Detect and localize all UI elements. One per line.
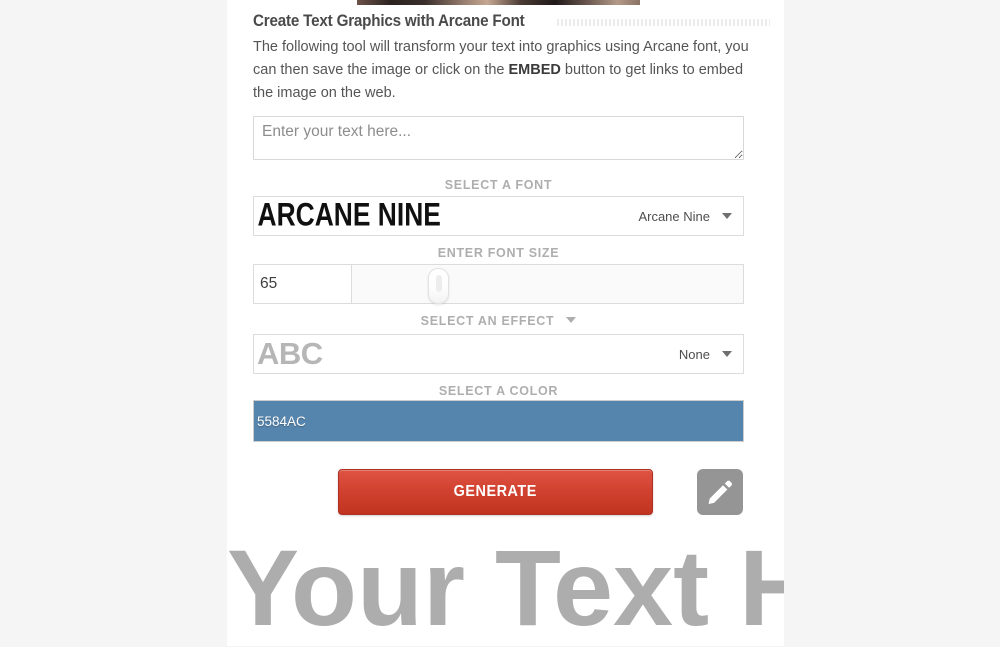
page-gutter-left bbox=[0, 0, 227, 646]
output-preview-text: Your Text Here bbox=[227, 529, 784, 647]
color-hex-value: 5584AC bbox=[257, 413, 306, 429]
heading-divider bbox=[557, 18, 770, 26]
font-size-value: 65 bbox=[260, 275, 278, 292]
text-input-wrapper bbox=[253, 116, 744, 160]
generate-button-label: GENERATE bbox=[453, 483, 538, 500]
font-size-input[interactable]: 65 bbox=[253, 264, 352, 304]
content-column: Create Text Graphics with Arcane Font Th… bbox=[227, 0, 784, 647]
label-select-a-font: SELECT A FONT bbox=[253, 178, 744, 192]
label-select-a-color-text: SELECT A COLOR bbox=[438, 384, 559, 398]
font-dropdown-value: Arcane Nine bbox=[638, 208, 710, 224]
font-dropdown[interactable]: Arcane Nine bbox=[638, 209, 743, 224]
font-select-row[interactable]: ARCANE NINE Arcane Nine bbox=[253, 196, 744, 236]
edit-button[interactable] bbox=[697, 469, 743, 515]
label-enter-font-size-text: ENTER FONT SIZE bbox=[437, 246, 560, 260]
color-picker-row[interactable]: 5584AC bbox=[253, 400, 744, 442]
section-heading: Create Text Graphics with Arcane Font bbox=[253, 10, 770, 32]
label-select-an-effect[interactable]: SELECT AN EFFECT bbox=[253, 314, 744, 328]
font-size-row: 65 bbox=[253, 264, 744, 304]
generate-button[interactable]: GENERATE bbox=[338, 469, 653, 515]
label-select-an-effect-text: SELECT AN EFFECT bbox=[420, 314, 555, 328]
chevron-down-icon bbox=[566, 317, 577, 323]
intro-emphasis-embed: EMBED bbox=[508, 62, 561, 79]
effect-dropdown-value: None bbox=[678, 346, 710, 362]
label-enter-font-size: ENTER FONT SIZE bbox=[253, 246, 744, 260]
chevron-down-icon bbox=[722, 213, 732, 219]
header-photo-strip bbox=[357, 0, 640, 5]
label-select-a-color: SELECT A COLOR bbox=[253, 384, 744, 398]
label-select-a-font-text: SELECT A FONT bbox=[444, 178, 553, 192]
effect-dropdown[interactable]: None bbox=[679, 347, 743, 362]
page-title: Create Text Graphics with Arcane Font bbox=[253, 11, 525, 30]
effect-preview-text: ABC bbox=[257, 336, 323, 371]
font-size-slider-handle[interactable] bbox=[428, 268, 449, 304]
font-preview-text: ARCANE NINE bbox=[257, 197, 441, 234]
chevron-down-icon bbox=[722, 351, 732, 357]
page-root: Create Text Graphics with Arcane Font Th… bbox=[0, 0, 1000, 647]
text-input[interactable] bbox=[253, 116, 744, 160]
pencil-icon bbox=[708, 480, 732, 505]
intro-paragraph: The following tool will transform your t… bbox=[253, 36, 753, 106]
effect-select-row[interactable]: ABC None bbox=[253, 334, 744, 374]
font-size-slider-track[interactable] bbox=[352, 264, 744, 304]
page-gutter-right bbox=[784, 0, 1000, 646]
